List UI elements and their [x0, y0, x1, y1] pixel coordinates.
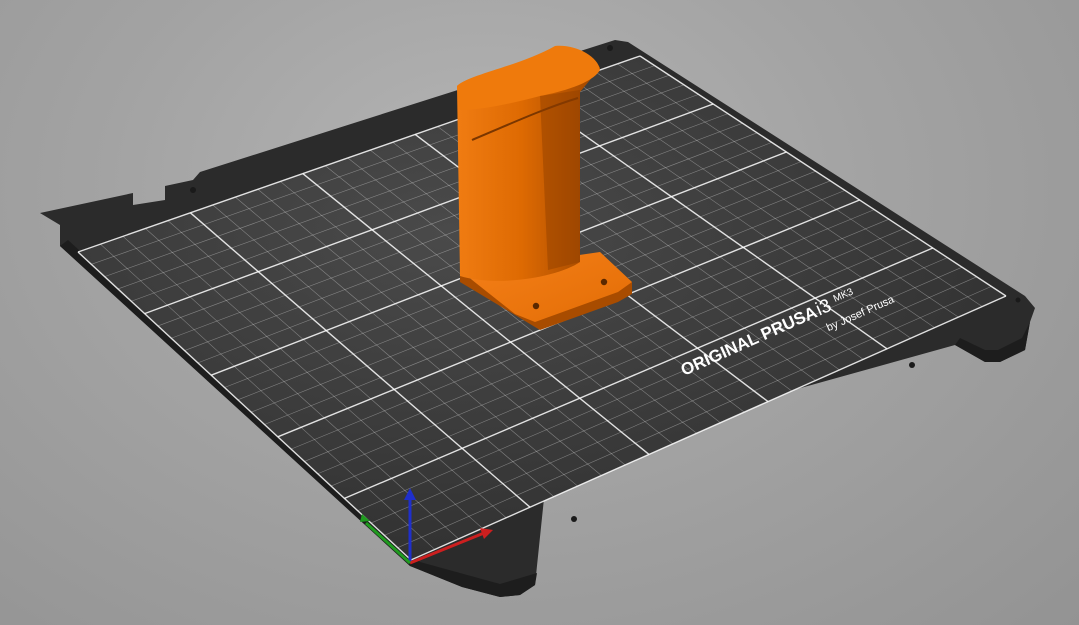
model-hole: [532, 302, 540, 310]
screw-hole: [1015, 297, 1021, 303]
3d-viewport[interactable]: ORIGINAL PRUSA i3 MK3 by Josef Prusa: [0, 0, 1079, 625]
screw-hole: [571, 516, 577, 522]
screw-hole: [909, 362, 915, 368]
screw-hole: [190, 187, 196, 193]
model-hole: [600, 278, 608, 286]
scene-canvas[interactable]: ORIGINAL PRUSA i3 MK3 by Josef Prusa: [0, 0, 1079, 625]
screw-hole: [607, 45, 613, 51]
